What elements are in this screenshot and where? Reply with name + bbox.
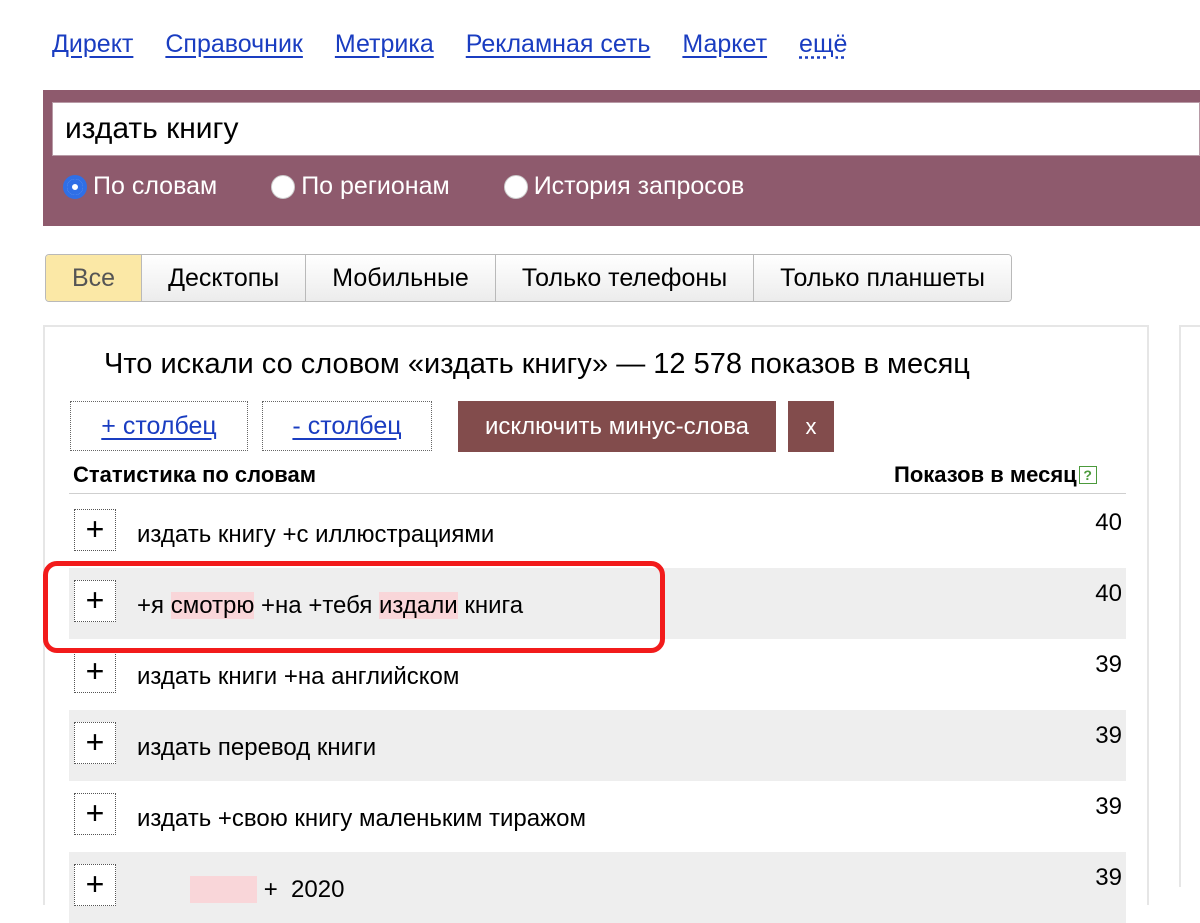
shows-count: 39 <box>1095 651 1122 678</box>
table-row: + издать +свою книгу маленьким тиражом 3… <box>69 781 1126 852</box>
radio-unselected-icon <box>503 174 528 199</box>
add-phrase-button[interactable]: + <box>74 864 116 906</box>
table-row: + издать книгу +с иллюстрациями 40 <box>69 497 1126 568</box>
phrase-part: издать книгу +с иллюстрациями <box>137 521 495 548</box>
nav-link-ad-network[interactable]: Рекламная сеть <box>466 30 651 59</box>
highlight-annotation-frame <box>43 561 665 653</box>
remove-column-label: - столбец <box>292 412 402 440</box>
phrase-text[interactable]: издать +свою книгу маленьким тиражом <box>137 805 586 833</box>
help-icon[interactable]: ? <box>1078 466 1097 484</box>
radio-query-history[interactable]: История запросов <box>503 172 745 201</box>
nav-link-market[interactable]: Маркет <box>682 30 767 59</box>
phrase-part: издать +свою книгу маленьким тиражом <box>137 805 586 832</box>
shows-count: 39 <box>1095 722 1122 749</box>
nav-link-directory[interactable]: Справочник <box>165 30 303 59</box>
close-button[interactable]: x <box>788 401 834 452</box>
tab-mobile[interactable]: Мобильные <box>306 255 496 301</box>
add-phrase-button[interactable]: + <box>74 651 116 693</box>
top-navigation: Директ Справочник Метрика Рекламная сеть… <box>52 30 847 59</box>
radio-by-words[interactable]: По словам <box>63 172 217 201</box>
nav-link-metrika[interactable]: Метрика <box>335 30 434 59</box>
column-header-words: Статистика по словам <box>73 462 317 487</box>
add-phrase-button[interactable]: + <box>74 793 116 835</box>
phrase-highlight <box>190 876 258 903</box>
table-row: + + 2020 39 <box>69 852 1126 923</box>
search-input[interactable]: издать книгу <box>52 102 1200 156</box>
search-panel: издать книгу По словам По регионам Истор… <box>43 90 1200 226</box>
shows-count: 40 <box>1095 580 1122 607</box>
phrase-part: издать книги +на английском <box>137 663 460 690</box>
stats-heading: Что искали со словом «издать книгу» — 12… <box>104 348 970 380</box>
device-tabs: Все Десктопы Мобильные Только телефоны Т… <box>45 254 1012 302</box>
shows-count: 39 <box>1095 864 1122 891</box>
column-header-shows: Показов в месяц ? <box>894 462 1097 488</box>
phrase-text[interactable]: издать книгу +с иллюстрациями <box>137 521 494 549</box>
phrase-part <box>137 876 190 903</box>
radio-label: По регионам <box>301 172 450 200</box>
table-row: + издать перевод книги 39 <box>69 710 1126 781</box>
remove-column-button[interactable]: - столбец <box>262 401 432 451</box>
add-column-label: + столбец <box>101 412 217 440</box>
column-header-shows-label: Показов в месяц <box>894 462 1077 487</box>
side-panel-edge <box>1179 325 1200 887</box>
add-phrase-button[interactable]: + <box>74 509 116 551</box>
nav-link-more[interactable]: ещё <box>799 30 847 59</box>
tab-tablets-only[interactable]: Только планшеты <box>754 255 1011 301</box>
phrase-part: издать перевод книги <box>137 734 377 761</box>
radio-by-regions[interactable]: По регионам <box>271 172 450 201</box>
phrase-part: + 2020 <box>257 876 345 903</box>
shows-count: 39 <box>1095 793 1122 820</box>
exclude-minus-words-button[interactable]: исключить минус-слова <box>458 401 776 452</box>
search-mode-radios: По словам По регионам История запросов <box>63 172 744 201</box>
radio-label: По словам <box>93 172 218 200</box>
radio-label: История запросов <box>533 172 745 200</box>
add-phrase-button[interactable]: + <box>74 722 116 764</box>
add-column-button[interactable]: + столбец <box>70 401 248 451</box>
radio-selected-icon <box>63 174 87 199</box>
phrase-text[interactable]: издать перевод книги <box>137 734 376 762</box>
header-divider <box>69 493 1126 494</box>
radio-unselected-icon <box>271 174 296 199</box>
phrase-text[interactable]: + 2020 <box>137 876 344 904</box>
tab-desktops[interactable]: Десктопы <box>142 255 307 301</box>
tab-phones-only[interactable]: Только телефоны <box>495 255 755 301</box>
tab-all[interactable]: Все <box>46 255 143 301</box>
phrase-text[interactable]: издать книги +на английском <box>137 663 459 691</box>
shows-count: 40 <box>1095 509 1122 536</box>
nav-link-direct[interactable]: Директ <box>52 30 133 59</box>
